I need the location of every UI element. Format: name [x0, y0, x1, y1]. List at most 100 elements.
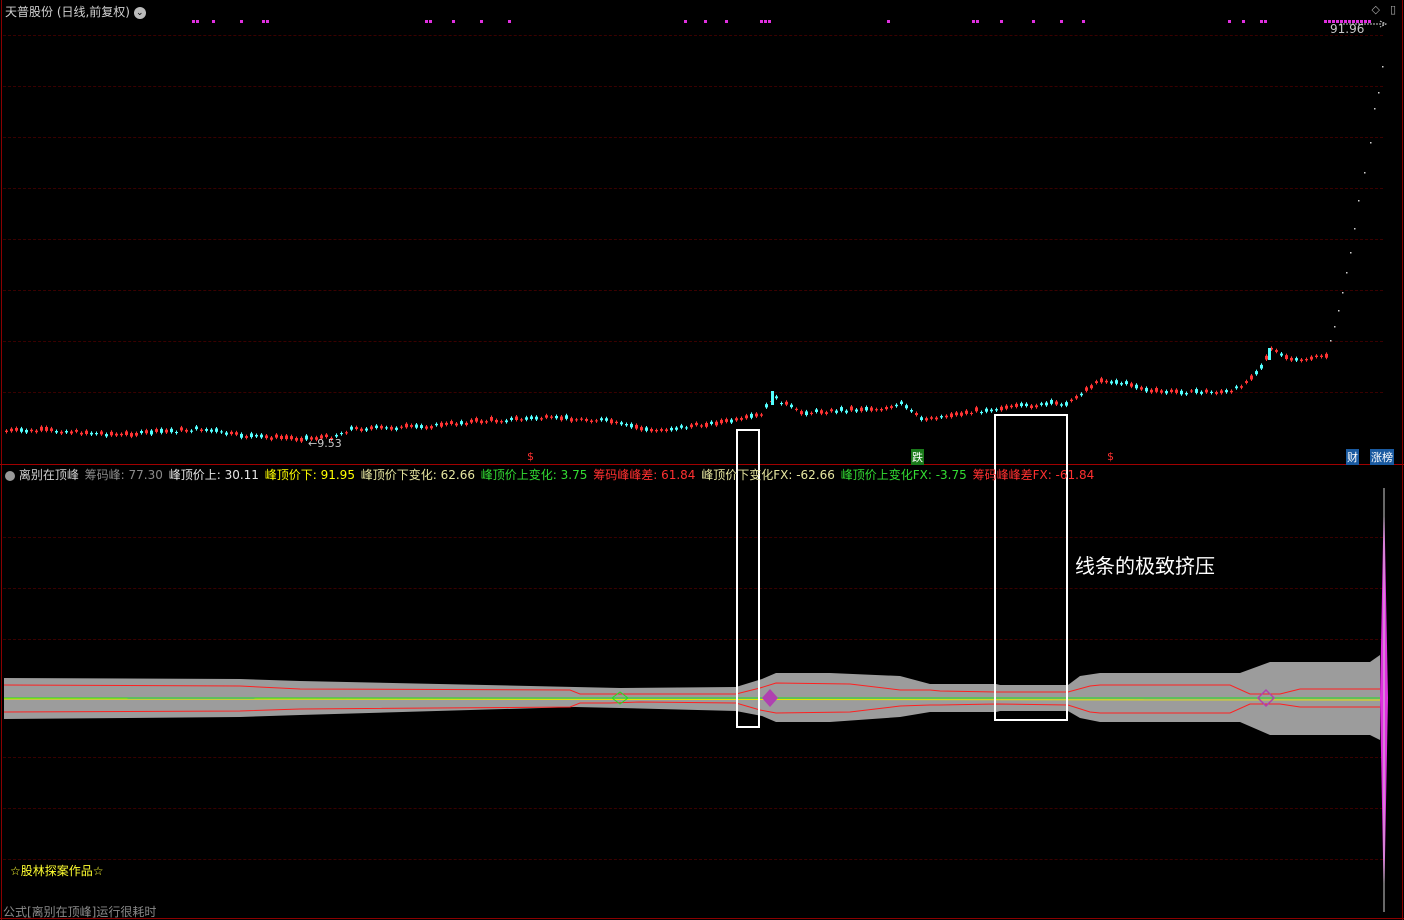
candle-body: [460, 421, 463, 425]
event-mark: [1368, 20, 1371, 23]
candle-body: [660, 429, 663, 431]
event-mark: [429, 20, 432, 23]
candle-body: [775, 396, 778, 399]
candle-body: [1045, 402, 1048, 406]
event-mark: [240, 20, 243, 23]
candle-body: [430, 426, 433, 429]
candle-body: [1135, 384, 1138, 389]
candle-body: [1325, 353, 1328, 358]
candle-body: [1075, 396, 1078, 399]
candle-body: [410, 425, 413, 427]
candle-body: [85, 430, 88, 434]
candle-body: [1100, 378, 1103, 383]
candle-body: [810, 412, 813, 414]
candle-body: [1115, 380, 1118, 384]
candle-body: [130, 433, 133, 437]
candle-body: [680, 425, 683, 428]
candle-body: [515, 416, 518, 420]
candle-body: [690, 424, 693, 428]
event-mark: [212, 20, 215, 23]
candle-body: [1105, 380, 1108, 383]
candle-body: [240, 433, 243, 438]
candle-body: [1200, 391, 1203, 394]
event-mark: [760, 20, 763, 23]
candle-body: [1030, 405, 1033, 409]
candle-body: [1240, 386, 1243, 388]
candle-body: [485, 421, 488, 423]
candle-body: [610, 419, 613, 424]
candle-body: [365, 428, 368, 431]
event-mark: [1348, 20, 1351, 23]
candle-body: [570, 418, 573, 422]
candle-body: [1125, 381, 1128, 385]
candle-body: [135, 432, 138, 436]
finance-tag[interactable]: 财: [1346, 449, 1359, 465]
candle-body: [530, 416, 533, 419]
candle-body: [1110, 381, 1113, 384]
candle-body: [200, 429, 203, 431]
candle-body: [1035, 405, 1038, 408]
candle-body: [10, 428, 13, 432]
candle-body: [60, 431, 63, 434]
candle-body: [275, 434, 278, 438]
candle-body: [525, 417, 528, 420]
candle-body: [1280, 353, 1283, 356]
candle-body: [90, 432, 93, 435]
projection-dot: [1346, 272, 1348, 274]
candle-body: [725, 419, 728, 422]
candle-body: [715, 421, 718, 426]
candle-body: [160, 428, 163, 433]
event-mark: [262, 20, 265, 23]
candle-body: [820, 410, 823, 414]
candle-body: [995, 409, 998, 411]
candle-body: [300, 437, 303, 442]
candle-body: [785, 401, 788, 405]
event-mark: [1082, 20, 1085, 23]
candle-body: [1290, 357, 1293, 361]
candle-body: [495, 419, 498, 423]
candle-body: [885, 407, 888, 410]
candle-body: [465, 422, 468, 425]
candle-body: [845, 410, 848, 413]
candle-body: [855, 409, 858, 412]
candle-body: [895, 404, 898, 407]
candle-body: [455, 423, 458, 426]
indicator-menu-icon[interactable]: [5, 470, 15, 481]
low-price-label: ←9.53: [308, 437, 342, 450]
candle-body: [865, 407, 868, 411]
candle-body: [405, 423, 408, 428]
candle-body: [650, 428, 653, 432]
candle-body: [555, 415, 558, 419]
candle-body: [535, 416, 538, 420]
candle-body: [1265, 355, 1268, 360]
candle-body: [1130, 383, 1133, 387]
event-mark: [1060, 20, 1063, 23]
projection-dot: [1370, 142, 1372, 144]
candle-body: [415, 424, 418, 428]
candle-body: [800, 411, 803, 415]
event-mark: [266, 20, 269, 23]
projection-dot: [1354, 228, 1356, 230]
candle-body: [1025, 403, 1028, 407]
candle-body: [1180, 390, 1183, 395]
projection-dot: [1378, 92, 1380, 94]
candle-body: [5, 430, 8, 432]
candle-body: [260, 434, 263, 438]
candle-body: [780, 402, 783, 405]
event-mark: [1260, 20, 1263, 23]
candle-body: [1090, 385, 1093, 389]
price-chart[interactable]: [0, 0, 1404, 920]
candle-body: [1170, 389, 1173, 393]
candle-body: [645, 427, 648, 431]
candle-body: [390, 426, 393, 430]
top-list-tag[interactable]: 涨榜: [1370, 449, 1394, 465]
candle-body: [1185, 393, 1188, 395]
candle-body: [771, 391, 774, 405]
indicator-value: 筹码峰峰差: 61.84: [589, 468, 696, 482]
candle-body: [1080, 393, 1083, 396]
candle-body: [1230, 390, 1233, 393]
indicator-header: 离别在顶峰 筹码峰: 77.30 峰顶价上: 30.11 峰顶价下: 91.95…: [5, 466, 1094, 483]
event-mark: [1332, 20, 1335, 23]
candle-body: [965, 410, 968, 414]
candle-body: [925, 418, 928, 421]
